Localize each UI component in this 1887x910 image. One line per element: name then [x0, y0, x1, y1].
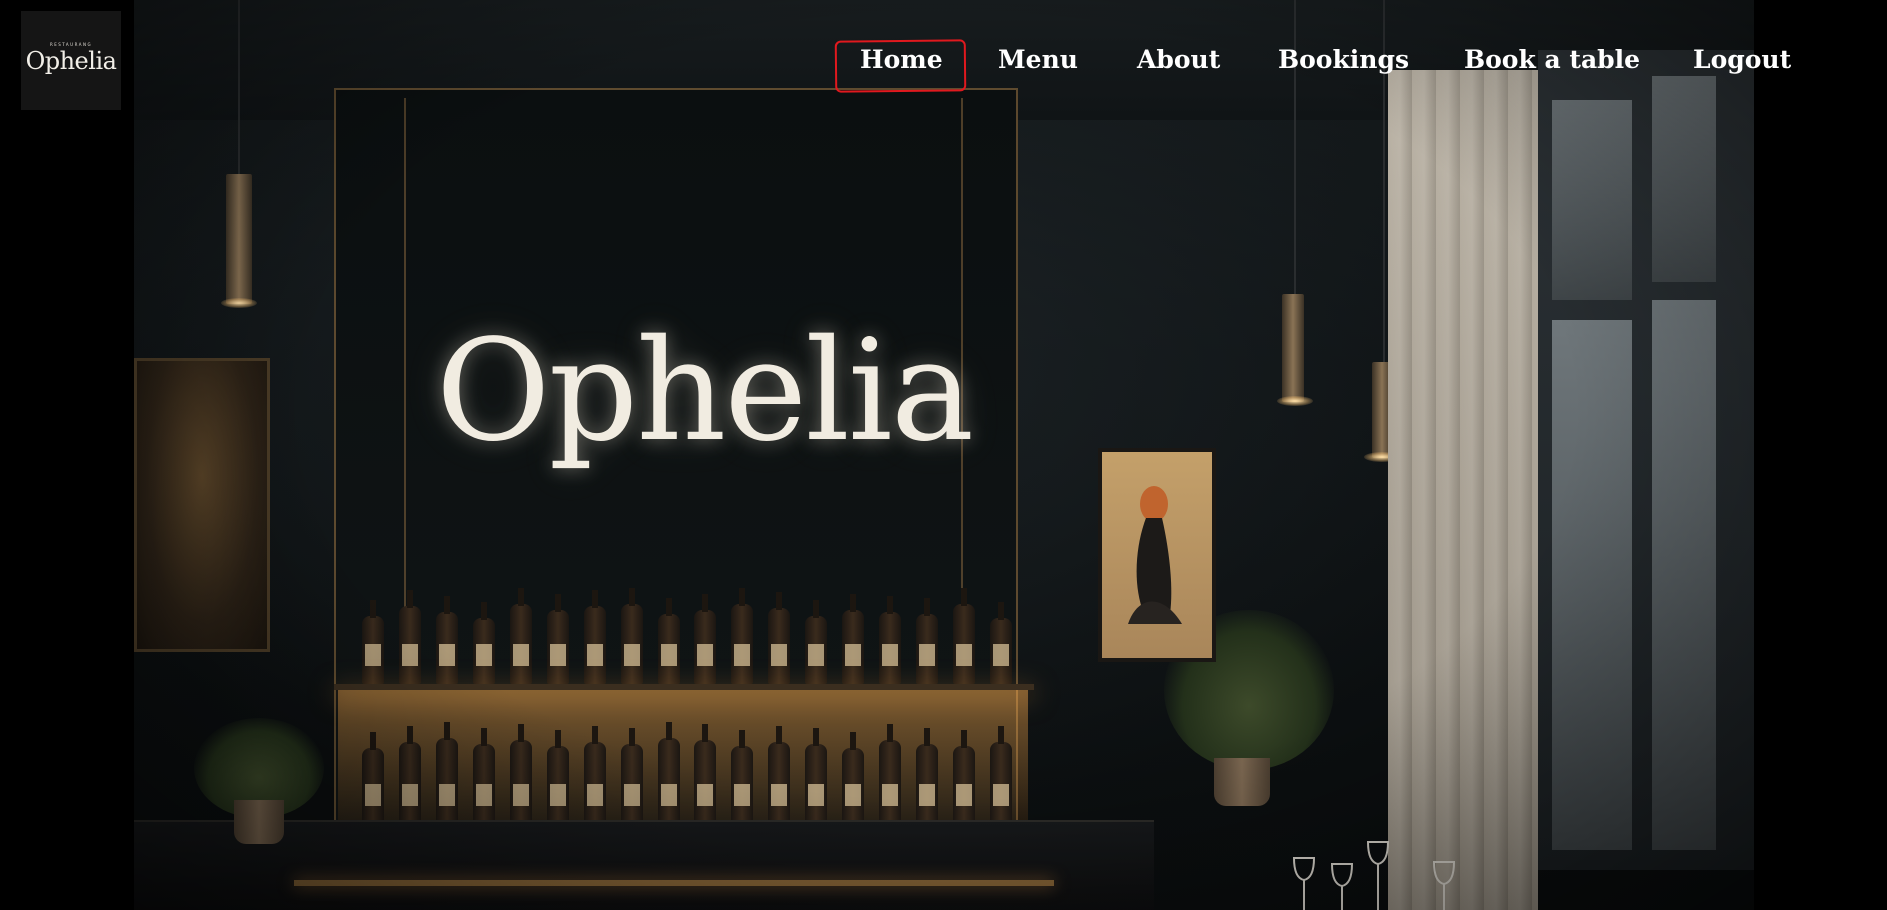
- painting-figure: [1128, 486, 1182, 624]
- curtain: [1388, 70, 1538, 910]
- pot-right: [1214, 758, 1270, 806]
- pendant-glow-mid: [1277, 396, 1313, 406]
- bottle-row-upper: [362, 588, 1012, 684]
- page: Ophelia RESTAURANG Ophelia Home Menu Abo…: [0, 0, 1887, 910]
- logo-name: Ophelia: [25, 47, 117, 75]
- nav-logout[interactable]: Logout: [1693, 38, 1791, 82]
- nav-home[interactable]: Home: [860, 38, 943, 82]
- pendant-lamp-left: [226, 174, 252, 304]
- nav-menu[interactable]: Menu: [998, 38, 1078, 82]
- wall-sign: Ophelia: [435, 310, 974, 473]
- hero-image: Ophelia: [134, 0, 1754, 910]
- logo[interactable]: RESTAURANG Ophelia: [21, 11, 121, 110]
- nav-book-a-table[interactable]: Book a table: [1464, 38, 1640, 82]
- pendant-glow-left: [221, 298, 257, 308]
- painting-right: [1098, 448, 1216, 662]
- counter-light: [294, 880, 1054, 886]
- painting-left: [134, 358, 270, 652]
- pendant-lamp-mid: [1282, 294, 1304, 402]
- pot-left: [234, 800, 284, 844]
- nav-bookings[interactable]: Bookings: [1278, 38, 1409, 82]
- nav-about[interactable]: About: [1137, 38, 1220, 82]
- bottle-row-lower: [362, 722, 1012, 824]
- window: [1538, 50, 1754, 870]
- bar-counter: [134, 820, 1154, 910]
- wine-glasses: [1292, 841, 1456, 910]
- pendant-cord-left: [238, 0, 240, 176]
